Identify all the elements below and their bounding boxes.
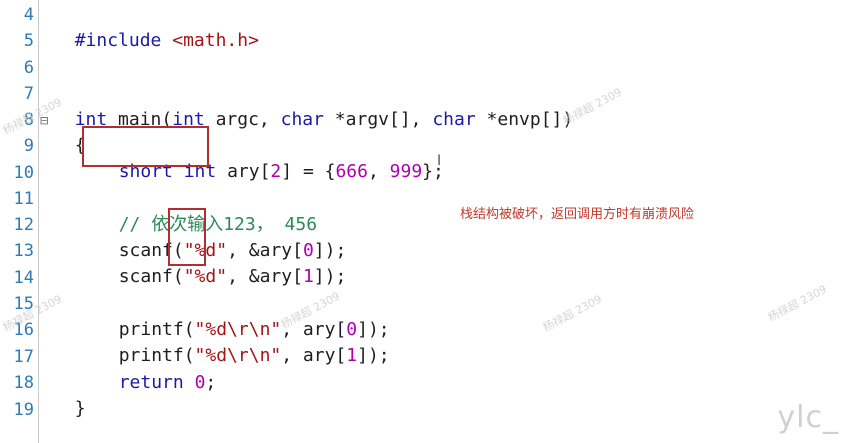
code-token: ary[ [216,161,271,182]
line-number: 4 [23,5,34,25]
number-literal: 2 [270,161,282,182]
code-token: ] = { [281,161,336,182]
format-string: "%d" [183,266,228,287]
number-literal: 1 [346,345,358,366]
code-line-4[interactable]: #include <math.h> [53,2,259,51]
watermark: 杨禄超 2309 [765,282,830,325]
number-literal: 1 [302,266,314,287]
keyword: return [118,372,184,393]
close-brace: } [74,398,86,419]
text-cursor-icon: I [437,153,442,169]
code-token: scanf( [118,266,184,287]
code-line-16[interactable]: printf("%d\r\n", ary[1]); [97,317,390,366]
number-literal: 0 [194,372,206,393]
line-number: 18 [13,373,34,393]
number-literal: 999 [389,161,423,182]
line-number: 9 [23,136,34,156]
line-number: 6 [23,58,34,78]
line-number: 12 [13,215,34,235]
code-line-7[interactable]: int main(int argc, char *argv[], char *e… [53,81,574,130]
line-number: 7 [23,84,34,104]
include-directive: #include [74,30,162,51]
code-line-11[interactable]: // 依次输入123， 456 [97,186,317,235]
code-line-15[interactable]: printf("%d\r\n", ary[0]); [97,291,390,340]
number-literal: 666 [335,161,368,182]
line-number: 19 [13,400,34,420]
include-header: <math.h> [172,30,259,51]
line-number: 5 [23,31,34,51]
line-number: 10 [13,163,34,183]
code-token: , &ary[ [227,266,303,287]
code-token: *envp[]) [475,109,574,130]
code-token: argc, [204,109,281,130]
code-line-13[interactable]: scanf("%d", &ary[1]); [97,238,347,287]
keyword: char [280,109,324,130]
code-line-17[interactable]: return 0; [97,344,217,393]
keyword: char [432,109,476,130]
line-number: 13 [13,241,34,261]
channel-logo: ylc_ [777,400,839,435]
line-number: 14 [13,268,34,288]
code-token: ]); [313,266,347,287]
code-token: *argv[], [323,109,433,130]
code-line-12[interactable]: scanf("%d", &ary[0]); [97,212,347,261]
code-line-18[interactable]: } [53,370,86,419]
annotation-note: 栈结构被破坏，返回调用方时有崩溃风险 [460,207,695,222]
code-token: , [367,161,390,182]
code-token: ]); [357,345,390,366]
format-spec-highlight-box [168,208,206,266]
code-token: , ary[ [281,345,347,366]
code-token: ; [205,372,217,393]
line-number: 17 [13,347,34,367]
watermark: 杨禄超 2309 [540,292,605,335]
line-number: 11 [13,189,34,209]
short-int-highlight-box [82,126,209,167]
